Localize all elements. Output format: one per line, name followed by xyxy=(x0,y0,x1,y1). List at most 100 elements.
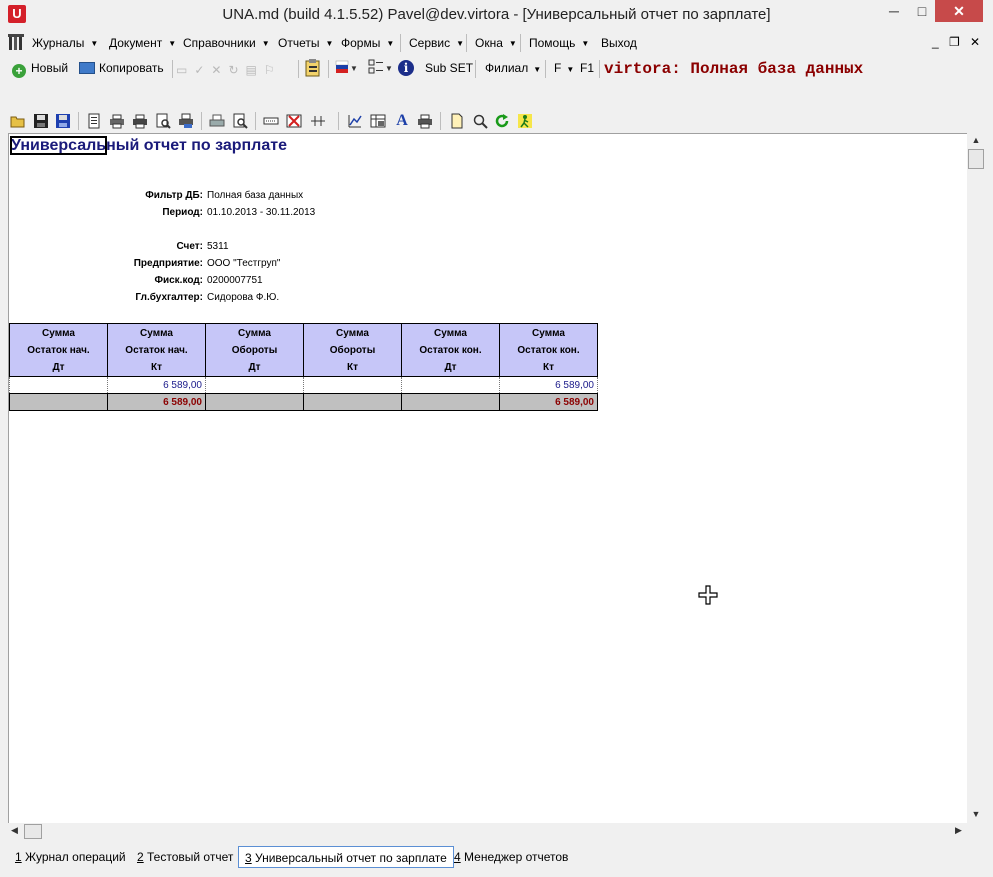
table-cell[interactable] xyxy=(303,376,402,394)
horizontal-scrollbar[interactable]: ◀ ▶ xyxy=(8,823,967,840)
scroll-down-icon[interactable]: ▼ xyxy=(967,809,985,819)
tab-test-report[interactable]: 2 Тестовый отчет xyxy=(131,846,239,868)
filter-dropdown[interactable]: F ▼ xyxy=(554,61,574,75)
mdi-restore-button[interactable]: ❐ xyxy=(949,35,960,49)
maximize-window-button[interactable]: □ xyxy=(908,0,936,22)
exit-report-icon[interactable] xyxy=(517,113,533,129)
toolbar-separator xyxy=(201,112,202,130)
chart-edit-icon[interactable] xyxy=(347,113,363,129)
print-icon[interactable] xyxy=(132,113,148,129)
table-cell[interactable]: 6 589,00 xyxy=(107,376,206,394)
report-toolbar: A xyxy=(0,109,993,133)
page-setup-icon[interactable] xyxy=(178,113,194,129)
refresh-icon[interactable] xyxy=(494,113,510,129)
meta-value-period: 01.10.2013 - 30.11.2013 xyxy=(207,207,316,218)
table-cell[interactable] xyxy=(401,376,500,394)
preview-icon[interactable] xyxy=(232,113,248,129)
column-header[interactable]: Сумма Остаток кон. Кт xyxy=(499,323,598,377)
grid-lines-icon[interactable] xyxy=(310,113,326,129)
column-header[interactable]: Сумма Обороты Кт xyxy=(303,323,402,377)
total-cell[interactable] xyxy=(205,393,304,411)
horizontal-scroll-thumb[interactable] xyxy=(24,824,42,839)
menu-reports[interactable]: Отчеты ▼ xyxy=(278,36,333,50)
delete-column-icon[interactable] xyxy=(286,113,302,129)
total-cell[interactable] xyxy=(303,393,402,411)
menu-journals[interactable]: Журналы ▼ xyxy=(32,36,98,50)
minimize-window-button[interactable]: ─ xyxy=(880,0,908,22)
font-icon[interactable]: A xyxy=(394,113,410,129)
table-cell[interactable] xyxy=(9,376,108,394)
meta-value-company: ООО "Тестгруп" xyxy=(207,258,281,269)
report-canvas: Универсальный отчет по зарплате Фильтр Д… xyxy=(8,133,967,823)
meta-label-account: Счет: xyxy=(176,241,203,252)
checklist-icon[interactable]: ▼ xyxy=(368,59,394,78)
clipboard-icon[interactable] xyxy=(305,59,321,80)
menu-forms[interactable]: Формы ▼ xyxy=(341,36,394,50)
vertical-scrollbar[interactable]: ▲ ▼ xyxy=(967,133,985,823)
mdi-close-button[interactable]: ✕ xyxy=(970,35,980,49)
total-cell[interactable] xyxy=(401,393,500,411)
meta-value-chief-accountant: Сидорова Ф.Ю. xyxy=(207,292,280,303)
new-button[interactable]: + Новый xyxy=(12,61,68,78)
total-cell[interactable]: 6 589,00 xyxy=(499,393,598,411)
row-height-icon[interactable] xyxy=(263,113,279,129)
tab-universal-salary-report[interactable]: 3 Универсальный отчет по зарплате xyxy=(238,846,454,868)
table-total-row: 6 589,00 6 589,00 xyxy=(9,393,598,411)
table-settings-icon[interactable] xyxy=(370,113,386,129)
menu-document[interactable]: Документ ▼ xyxy=(109,36,176,50)
printer-icon[interactable] xyxy=(209,113,225,129)
tab-report-manager[interactable]: 4 Менеджер отчетов xyxy=(448,846,574,868)
print-setup-icon[interactable] xyxy=(109,113,125,129)
menu-separator xyxy=(400,34,401,52)
scroll-right-icon[interactable]: ▶ xyxy=(955,825,962,836)
copy-icon xyxy=(79,62,95,74)
menu-grip-icon xyxy=(8,34,28,55)
open-folder-icon[interactable] xyxy=(10,113,26,129)
column-header[interactable]: Сумма Остаток нач. Дт xyxy=(9,323,108,377)
toolbar-separator xyxy=(599,60,600,78)
column-header[interactable]: Сумма Остаток кон. Дт xyxy=(401,323,500,377)
meta-value-fiscal-code: 0200007751 xyxy=(207,275,263,286)
meta-label-db-filter: Фильтр ДБ: xyxy=(145,190,203,201)
menu-exit[interactable]: Выход xyxy=(601,36,637,50)
column-header[interactable]: Сумма Обороты Дт xyxy=(205,323,304,377)
total-cell[interactable]: 6 589,00 xyxy=(107,393,206,411)
menu-separator xyxy=(520,34,521,52)
close-window-button[interactable]: ✕ xyxy=(935,0,983,22)
meta-label-period: Период: xyxy=(162,207,203,218)
menu-references[interactable]: Справочники ▼ xyxy=(183,36,270,50)
subset-button[interactable]: Sub SET xyxy=(425,61,473,75)
vertical-scroll-thumb[interactable] xyxy=(968,149,984,169)
mdi-minimize-button[interactable]: _ xyxy=(932,35,939,49)
menu-service[interactable]: Сервис ▼ xyxy=(409,36,464,50)
flag-icon[interactable]: ▼ xyxy=(335,59,358,78)
report-table: Сумма Остаток нач. Дт Сумма Остаток нач. Кт … xyxy=(9,323,598,411)
document-icon[interactable] xyxy=(86,113,102,129)
find-icon[interactable] xyxy=(472,113,488,129)
print-report-icon[interactable] xyxy=(417,113,433,129)
info-button[interactable]: i xyxy=(398,60,414,76)
plus-icon: + xyxy=(12,64,26,78)
save-as-icon[interactable] xyxy=(55,113,71,129)
move-cursor-icon xyxy=(698,585,718,605)
meta-value-account: 5311 xyxy=(207,241,229,252)
scroll-left-icon[interactable]: ◀ xyxy=(11,825,18,836)
branch-dropdown[interactable]: Филиал ▼ xyxy=(485,61,541,75)
tab-journal-operations[interactable]: 1 Журнал операций xyxy=(9,846,132,868)
copy-button[interactable]: Копировать xyxy=(79,61,164,75)
table-cell[interactable]: 6 589,00 xyxy=(499,376,598,394)
f1-button[interactable]: F1 xyxy=(580,61,594,75)
toolbar-separator xyxy=(255,112,256,130)
scroll-up-icon[interactable]: ▲ xyxy=(967,135,985,145)
new-page-icon[interactable] xyxy=(449,113,465,129)
report-title-highlight[interactable]: Универсаль xyxy=(9,136,108,155)
menu-help[interactable]: Помощь ▼ xyxy=(529,36,589,50)
window-tabs: 1 Журнал операций 2 Тестовый отчет 3 Уни… xyxy=(0,842,993,872)
total-cell[interactable] xyxy=(9,393,108,411)
menu-windows[interactable]: Окна ▼ xyxy=(475,36,517,50)
column-header[interactable]: Сумма Остаток нач. Кт xyxy=(107,323,206,377)
print-preview-icon[interactable] xyxy=(155,113,171,129)
table-cell[interactable] xyxy=(205,376,304,394)
save-icon[interactable] xyxy=(33,113,49,129)
app-window: U UNA.md (build 4.1.5.52) Pavel@dev.virt… xyxy=(0,0,993,877)
